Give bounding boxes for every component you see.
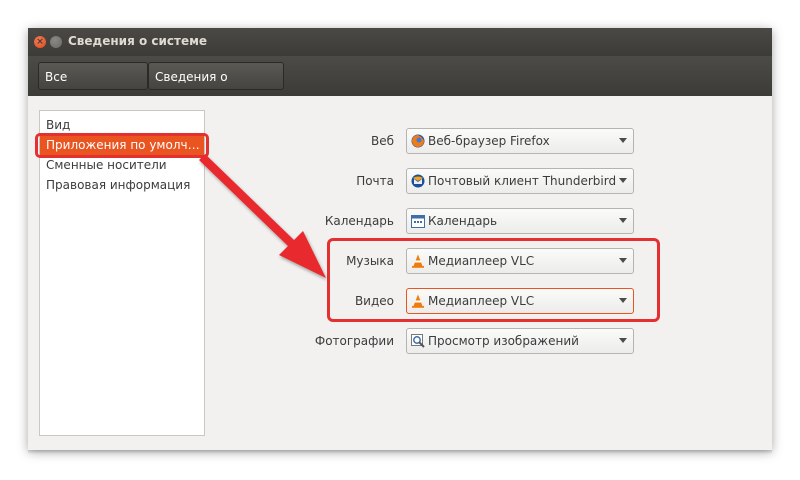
annotation-arrow <box>199 154 326 278</box>
